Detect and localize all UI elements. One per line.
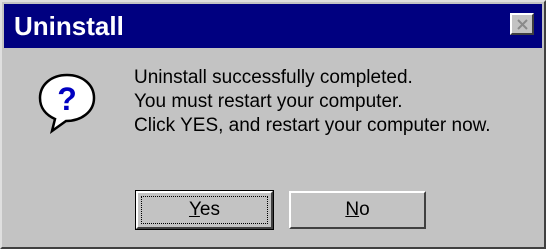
no-label-rest: o: [359, 199, 370, 220]
yes-button[interactable]: Yes: [135, 190, 274, 230]
message-line: You must restart your computer.: [134, 91, 403, 112]
no-button[interactable]: No: [289, 191, 426, 229]
no-mnemonic: N: [345, 199, 360, 220]
question-icon: ?: [38, 73, 96, 134]
dialog-title: Uninstall: [14, 11, 124, 41]
close-icon: [517, 19, 528, 30]
message-line: Uninstall successfully completed.: [134, 67, 413, 88]
message-line: Click YES, and restart your computer now…: [134, 115, 491, 136]
title-bar[interactable]: Uninstall: [4, 4, 542, 48]
svg-text:?: ?: [57, 81, 77, 117]
message-text: Uninstall successfully completed. You mu…: [134, 66, 534, 138]
close-button[interactable]: [510, 13, 534, 35]
uninstall-dialog: Uninstall ? Uninstall successfully compl…: [0, 0, 546, 249]
focus-rectangle: [141, 196, 268, 224]
